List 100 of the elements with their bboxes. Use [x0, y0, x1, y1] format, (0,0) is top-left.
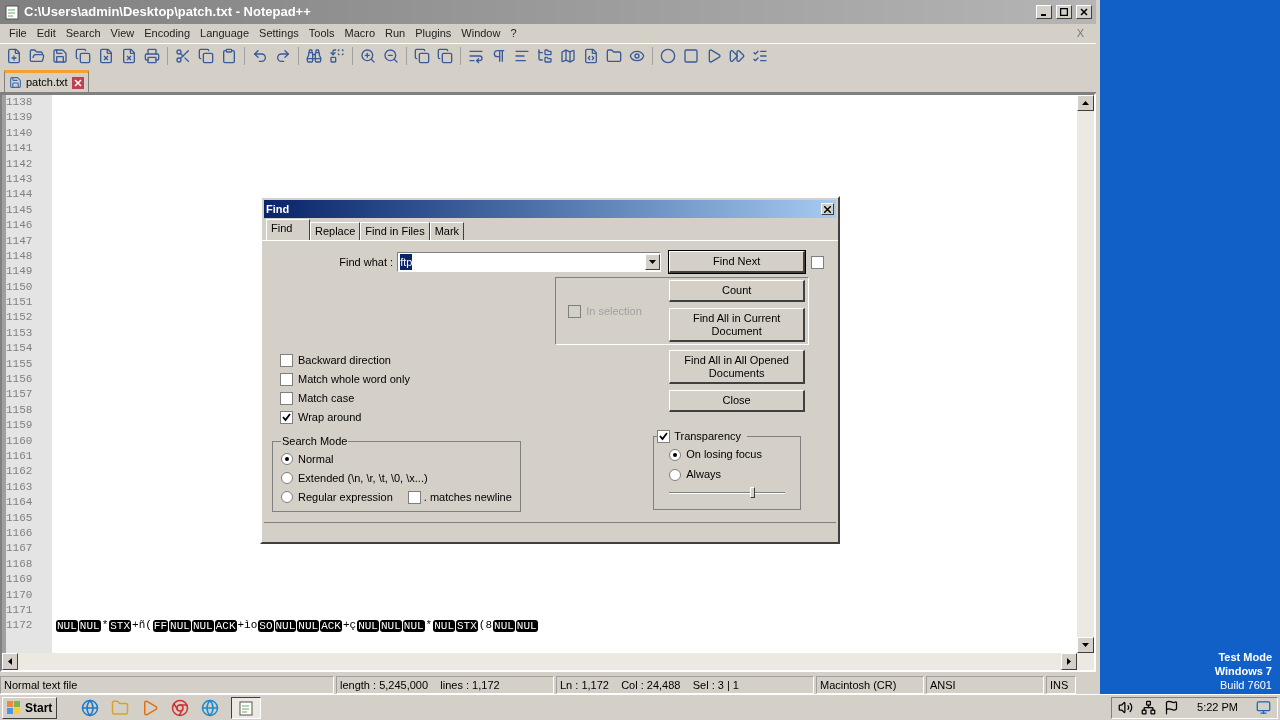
chrome-icon[interactable]	[171, 698, 190, 717]
speaker-icon[interactable]	[1118, 700, 1134, 715]
option-label: Match whole word only	[298, 371, 410, 387]
radio-button[interactable]	[281, 472, 293, 484]
radio-button[interactable]	[281, 491, 293, 503]
desktop-text: Test Mode	[1218, 650, 1272, 664]
menu-item[interactable]: Search	[60, 25, 106, 42]
dialog-tab[interactable]: Replace	[310, 222, 361, 240]
checkbox[interactable]	[657, 429, 671, 443]
pilcrow-icon[interactable]	[491, 47, 507, 64]
status-field: length : 5,245,000 lines : 1,172	[336, 676, 554, 694]
menu-item[interactable]: Run	[380, 25, 411, 42]
dialog-button[interactable]: Find All in Current Document	[669, 308, 806, 342]
menu-item[interactable]: Settings	[254, 25, 304, 42]
dialog-button[interactable]: Find Next	[669, 251, 806, 273]
flag-icon[interactable]	[1164, 700, 1180, 715]
right-arrow-icon[interactable]	[1067, 658, 1071, 665]
show-desktop-icon[interactable]	[1256, 700, 1271, 715]
new-file-icon[interactable]	[6, 47, 22, 64]
zoom-in-icon[interactable]	[360, 47, 376, 64]
radio-button[interactable]	[669, 448, 682, 461]
undo-icon[interactable]	[252, 47, 268, 64]
redo-icon[interactable]	[275, 47, 291, 64]
line-number: 1170	[6, 587, 34, 603]
desktop-text: Build 7601	[1220, 678, 1272, 692]
save-icon[interactable]	[52, 47, 68, 64]
dialog-tab[interactable]: Mark	[429, 222, 465, 240]
radio-button[interactable]	[281, 453, 293, 465]
network-icon[interactable]	[1141, 700, 1157, 715]
code-file-icon[interactable]	[583, 47, 599, 64]
status-field: ANSI	[926, 676, 1044, 694]
menu-item[interactable]: Window	[456, 25, 506, 42]
menu-item[interactable]: Plugins	[410, 25, 457, 42]
save-all-icon[interactable]	[75, 47, 91, 64]
up-arrow-icon[interactable]	[1082, 101, 1089, 105]
close-icon[interactable]	[821, 203, 834, 215]
paste-icon[interactable]	[221, 47, 237, 64]
line-number: 1150	[6, 279, 34, 295]
start-button[interactable]: Start	[2, 696, 58, 719]
checkbox[interactable]	[280, 391, 293, 405]
dialog-tab[interactable]: Find	[266, 219, 310, 240]
checkbox[interactable]	[280, 353, 293, 367]
dialog-title: Find	[266, 201, 291, 217]
close-all-icon[interactable]	[121, 47, 137, 64]
option-label: Wrap around	[298, 409, 362, 425]
left-arrow-icon[interactable]	[8, 658, 12, 665]
fast-forward-icon[interactable]	[729, 47, 745, 64]
folder-icon[interactable]	[606, 47, 622, 64]
checkbox[interactable]	[811, 255, 825, 269]
minimize-icon[interactable]	[1036, 5, 1052, 19]
line-number: 1172	[6, 618, 34, 634]
dialog-button[interactable]: Find All in All Opened Documents	[669, 350, 806, 384]
vertical-scrollbar[interactable]	[1077, 95, 1094, 653]
maximize-icon[interactable]	[1056, 5, 1072, 19]
checkbox[interactable]	[280, 372, 293, 386]
menu-item[interactable]: View	[105, 25, 140, 42]
dialog-button[interactable]: Close	[669, 390, 806, 412]
checkbox[interactable]	[280, 410, 293, 424]
transparency-slider[interactable]	[669, 486, 786, 499]
close-icon[interactable]	[1076, 5, 1092, 19]
line-number: 1138	[6, 95, 34, 110]
line-number: 1167	[6, 541, 34, 557]
menu-item[interactable]: ?	[505, 25, 522, 42]
line-number: 1149	[6, 264, 34, 280]
line-number: 1171	[6, 602, 34, 618]
desktop-text: Windows 7	[1214, 664, 1272, 678]
record-icon[interactable]	[660, 47, 676, 64]
dialog-tab[interactable]: Find in Files	[360, 222, 430, 240]
cut-icon[interactable]	[175, 47, 191, 64]
find-input[interactable]: ftp	[397, 252, 662, 272]
horizontal-scrollbar[interactable]	[2, 653, 1094, 670]
menu-item[interactable]: Encoding	[139, 25, 196, 42]
notepad-taskbar-button[interactable]	[231, 696, 262, 719]
stop-icon[interactable]	[683, 47, 699, 64]
browser-icon[interactable]	[81, 698, 100, 717]
menu-item[interactable]: File	[4, 25, 32, 42]
document-tab[interactable]: patch.txt	[4, 70, 89, 92]
replace-icon[interactable]	[329, 47, 345, 64]
close-file-icon[interactable]	[98, 47, 114, 64]
map-icon[interactable]	[560, 47, 576, 64]
clock: 5:22 PM	[1196, 700, 1239, 716]
check-icon	[282, 412, 291, 422]
copy-icon[interactable]	[198, 47, 214, 64]
dialog-button[interactable]: Count	[669, 280, 806, 302]
menu-item[interactable]: Tools	[303, 25, 340, 42]
radio-button[interactable]	[669, 468, 682, 481]
open-folder-icon[interactable]	[29, 47, 45, 64]
window-title: C:\Users\admin\Desktop\patch.txt - Notepad++	[24, 3, 312, 22]
print-icon[interactable]	[144, 47, 160, 64]
folder-tree-icon[interactable]	[537, 47, 553, 64]
checkbox[interactable]	[407, 490, 421, 504]
line-number: 1143	[6, 171, 34, 187]
menu-item[interactable]: Language	[195, 25, 255, 42]
line-number: 1141	[6, 141, 34, 157]
zoom-out-icon[interactable]	[383, 47, 399, 64]
down-arrow-icon[interactable]	[1082, 643, 1089, 647]
menu-item[interactable]: Macro	[339, 25, 381, 42]
play-icon[interactable]	[706, 47, 722, 64]
menu-item[interactable]: Edit	[31, 25, 61, 42]
find-icon[interactable]	[306, 47, 322, 64]
